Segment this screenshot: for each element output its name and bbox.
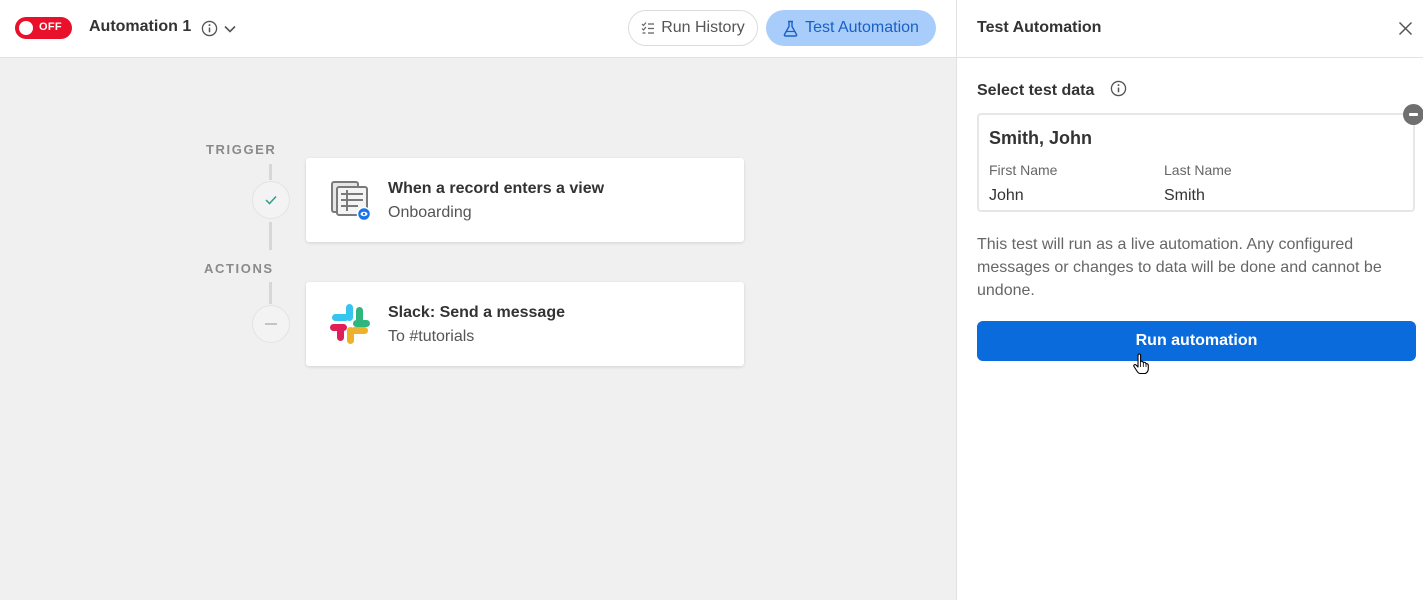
- close-icon[interactable]: [1398, 21, 1413, 36]
- check-icon: [265, 195, 277, 205]
- flask-icon: [783, 20, 798, 37]
- run-history-label: Run History: [661, 19, 745, 36]
- connector-line: [269, 164, 272, 180]
- toggle-label: OFF: [39, 21, 62, 33]
- table-view-icon: [331, 181, 372, 222]
- field-value-first-name: John: [989, 187, 1024, 204]
- remove-record-button[interactable]: [1403, 104, 1423, 125]
- automation-toggle[interactable]: OFF: [15, 17, 72, 39]
- panel-header: Test Automation: [957, 0, 1423, 58]
- info-icon[interactable]: [201, 20, 218, 37]
- test-automation-button[interactable]: Test Automation: [766, 10, 936, 46]
- toggle-knob: [19, 21, 33, 35]
- trigger-card-title: When a record enters a view: [388, 180, 605, 197]
- run-automation-label: Run automation: [1135, 332, 1258, 349]
- dash-icon: [265, 323, 277, 325]
- field-value-last-name: Smith: [1164, 187, 1205, 204]
- chevron-down-icon[interactable]: [223, 22, 237, 36]
- app-window: OFF Automation 1 Run History Test Automa…: [0, 0, 1423, 600]
- panel-title: Test Automation: [977, 19, 1102, 36]
- run-history-button[interactable]: Run History: [628, 10, 758, 46]
- record-name: Smith, John: [989, 128, 1092, 148]
- top-bar: OFF Automation 1 Run History Test Automa…: [0, 0, 956, 58]
- trigger-status-circle: [252, 181, 290, 219]
- info-icon[interactable]: [1110, 80, 1127, 97]
- field-label-last-name: Last Name: [1164, 162, 1232, 178]
- field-label-first-name: First Name: [989, 162, 1058, 178]
- test-automation-label: Test Automation: [805, 19, 919, 36]
- action-status-circle: [252, 305, 290, 343]
- select-test-data-label: Select test data: [977, 82, 1095, 99]
- test-automation-panel: Test Automation Select test data Smith, …: [956, 0, 1423, 600]
- hand-cursor-icon: [1133, 353, 1149, 375]
- trigger-card-subtitle: Onboarding: [388, 204, 472, 221]
- connector-line: [269, 282, 272, 304]
- automation-title[interactable]: Automation 1: [89, 18, 191, 36]
- trigger-section-label: TRIGGER: [206, 142, 277, 157]
- list-check-icon: [641, 22, 655, 34]
- action-card-title: Slack: Send a message: [388, 304, 565, 321]
- test-record-card[interactable]: Smith, John First Name John Last Name Sm…: [977, 113, 1415, 212]
- slack-icon: [330, 304, 370, 344]
- action-card-subtitle: To #tutorials: [388, 328, 475, 345]
- trigger-card[interactable]: When a record enters a view Onboarding: [306, 158, 744, 242]
- actions-section-label: ACTIONS: [204, 261, 274, 276]
- connector-line: [269, 222, 272, 250]
- action-card[interactable]: Slack: Send a message To #tutorials: [306, 282, 744, 366]
- run-automation-button[interactable]: Run automation: [977, 321, 1416, 361]
- automation-canvas: OFF Automation 1 Run History Test Automa…: [0, 0, 956, 600]
- test-warning-text: This test will run as a live automation.…: [977, 236, 1382, 299]
